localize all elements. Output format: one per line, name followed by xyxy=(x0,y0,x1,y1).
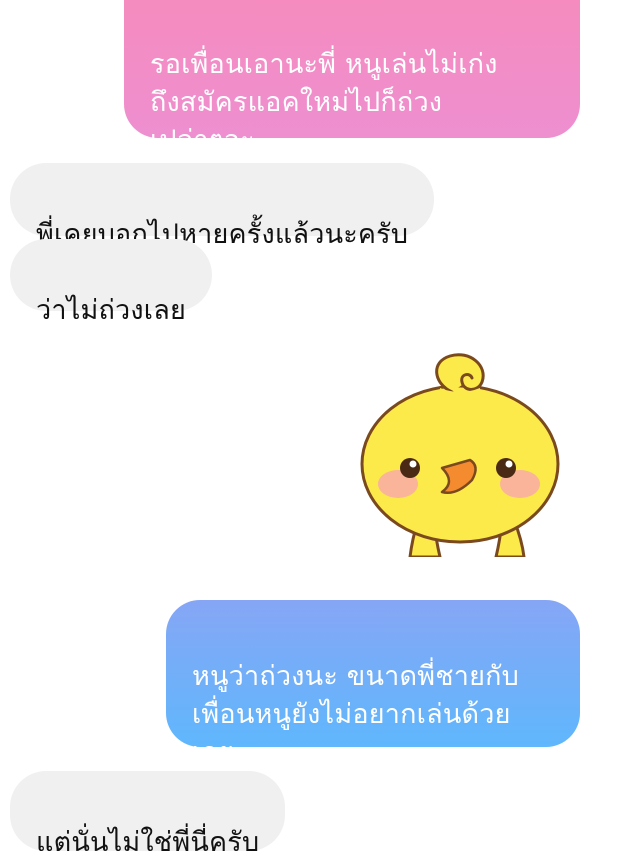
incoming-message-bubble[interactable]: แต่นั่นไม่ใช่พี่นี่ครับ xyxy=(10,771,286,858)
incoming-message-bubble[interactable]: พี่เคยบอกไปหายครั้งแล้วนะครับ xyxy=(10,163,435,250)
message-text: แต่นั่นไม่ใช่พี่นี่ครับ xyxy=(36,827,260,858)
message-text: รอเพื่อนเอานะพี่ หนูเล่นไม่เก่ง ถึงสมัคร… xyxy=(150,49,498,156)
outgoing-message-bubble[interactable]: หนูว่าถ่วงนะ ขนาดพี่ชายกับ เพื่อนหนูยังไ… xyxy=(166,600,580,768)
message-text: หนูว่าถ่วงนะ ขนาดพี่ชายกับ เพื่อนหนูยังไ… xyxy=(192,661,520,768)
chick-sticker-graphic xyxy=(360,353,560,559)
incoming-message-bubble[interactable]: ว่าไม่ถ่วงเลย xyxy=(10,239,212,326)
yellow-chick-sticker[interactable] xyxy=(354,352,566,559)
outgoing-message-bubble[interactable]: รอเพื่อนเอานะพี่ หนูเล่นไม่เก่ง ถึงสมัคร… xyxy=(124,0,580,156)
message-text: ว่าไม่ถ่วงเลย xyxy=(36,295,186,326)
chat-thread: รอเพื่อนเอานะพี่ หนูเล่นไม่เก่ง ถึงสมัคร… xyxy=(0,0,627,858)
